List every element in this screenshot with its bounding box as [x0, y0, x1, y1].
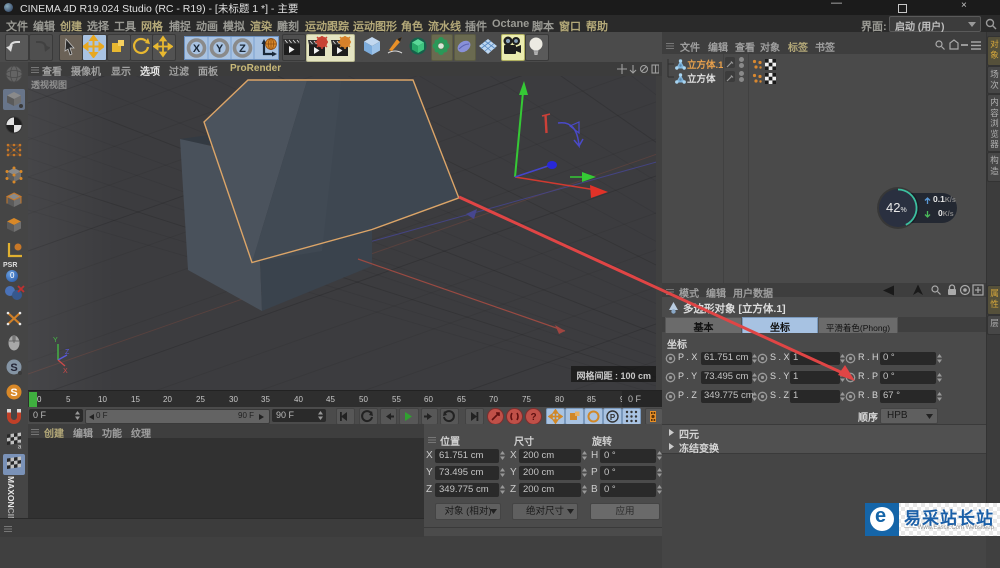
svg-text:P: P: [610, 413, 616, 422]
svg-text:S: S: [10, 362, 17, 374]
svg-text:?: ?: [530, 412, 536, 423]
svg-text:Z: Z: [239, 43, 246, 55]
svg-text:X: X: [193, 43, 201, 55]
svg-text:Y: Y: [216, 43, 224, 55]
svg-text:S: S: [10, 387, 17, 399]
